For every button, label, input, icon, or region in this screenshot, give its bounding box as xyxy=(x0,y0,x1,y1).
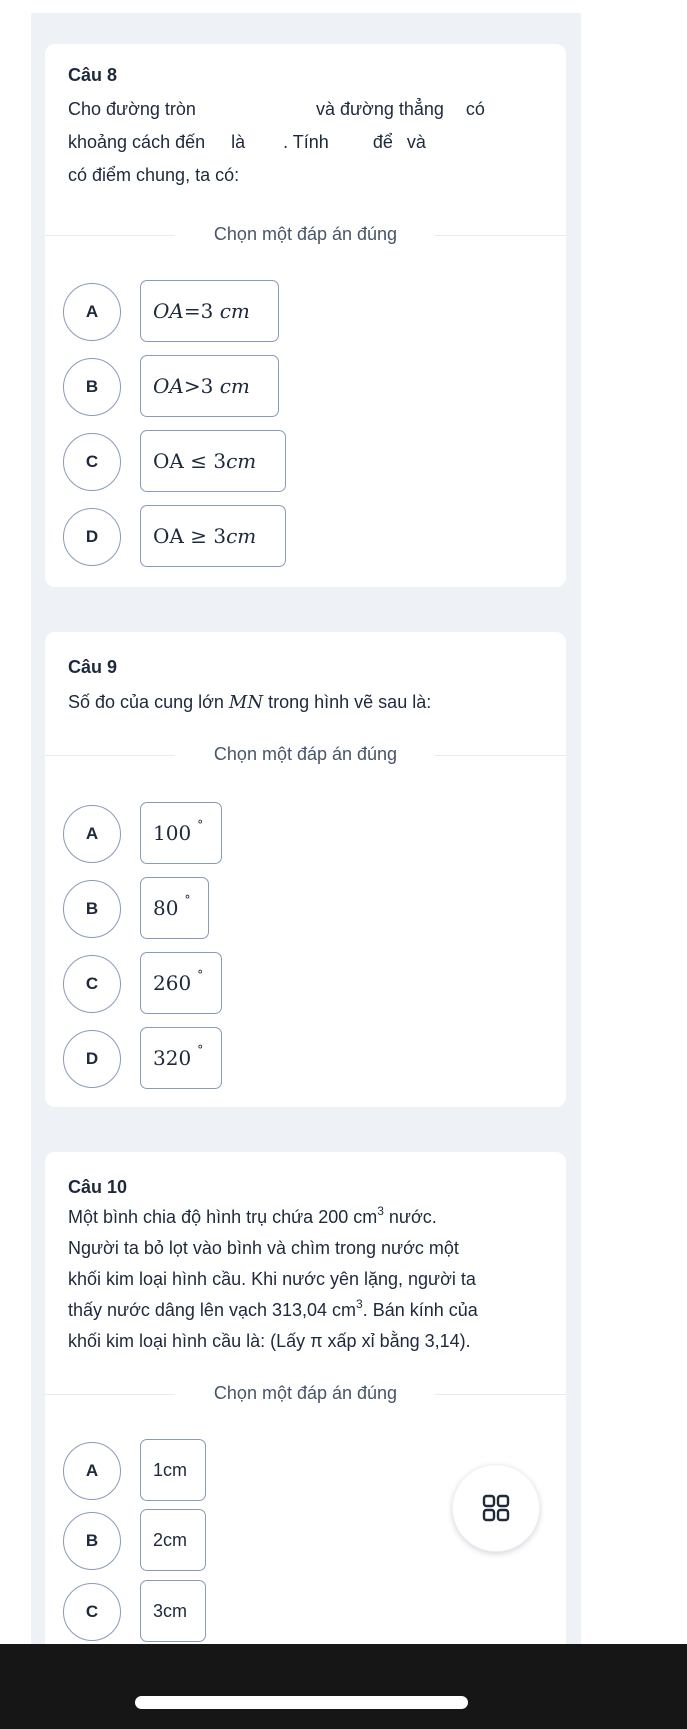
question-text: Số đo của cung lớn MN trong hình vẽ sau … xyxy=(68,692,432,713)
option-answer[interactable]: 3cm xyxy=(140,1580,206,1642)
option-answer[interactable]: OA ≥ 3 cm xyxy=(140,505,286,567)
option-answer[interactable]: 80 ° xyxy=(140,877,209,939)
option-radio[interactable]: B xyxy=(63,358,121,416)
question-text: Cho đường tròn và đường thẳng có khoảng cá… xyxy=(68,99,485,185)
option-answer[interactable]: 260 ° xyxy=(140,952,222,1014)
option-answer[interactable]: OA >3 cm xyxy=(140,355,279,417)
option-answer[interactable]: OA ≤ 3 cm xyxy=(140,430,286,492)
question-card-10: Câu 10 Một bình chia độ hình trụ chứa 20… xyxy=(45,1152,566,1672)
home-indicator[interactable] xyxy=(135,1696,468,1709)
option-answer[interactable]: 1cm xyxy=(140,1439,206,1501)
answer-divider: Chọn một đáp án đúng xyxy=(45,744,566,766)
grid-icon xyxy=(482,1494,510,1522)
option-radio[interactable]: D xyxy=(63,1030,121,1088)
option-radio[interactable]: B xyxy=(63,1512,121,1570)
option-radio[interactable]: B xyxy=(63,880,121,938)
option-radio[interactable]: C xyxy=(63,955,121,1013)
answer-divider: Chọn một đáp án đúng xyxy=(45,1383,566,1405)
option-answer[interactable]: 320 ° xyxy=(140,1027,222,1089)
option-radio[interactable]: A xyxy=(63,805,121,863)
option-radio[interactable]: D xyxy=(63,508,121,566)
option-answer[interactable]: OA = 3 cm xyxy=(140,280,279,342)
question-title: Câu 10 xyxy=(68,1177,128,1197)
question-card-8: Câu 8 Cho đường tròn và đường thẳng có kho… xyxy=(45,44,566,587)
question-card-9: Câu 9 Số đo của cung lớn MN trong hình v… xyxy=(45,632,566,1107)
question-grid-button[interactable] xyxy=(452,1464,540,1552)
system-navigation-bar xyxy=(0,1644,687,1729)
option-radio[interactable]: A xyxy=(63,283,121,341)
option-radio[interactable]: A xyxy=(63,1442,121,1500)
question-title: Câu 9 xyxy=(68,657,118,677)
question-title: Câu 8 xyxy=(68,65,118,85)
option-radio[interactable]: C xyxy=(63,433,121,491)
question-text: Một bình chia độ hình trụ chứa 200 cm3 n… xyxy=(68,1204,478,1351)
option-answer[interactable]: 2cm xyxy=(140,1509,206,1571)
answer-divider: Chọn một đáp án đúng xyxy=(45,224,566,246)
option-answer[interactable]: 100 ° xyxy=(140,802,222,864)
option-radio[interactable]: C xyxy=(63,1583,121,1641)
